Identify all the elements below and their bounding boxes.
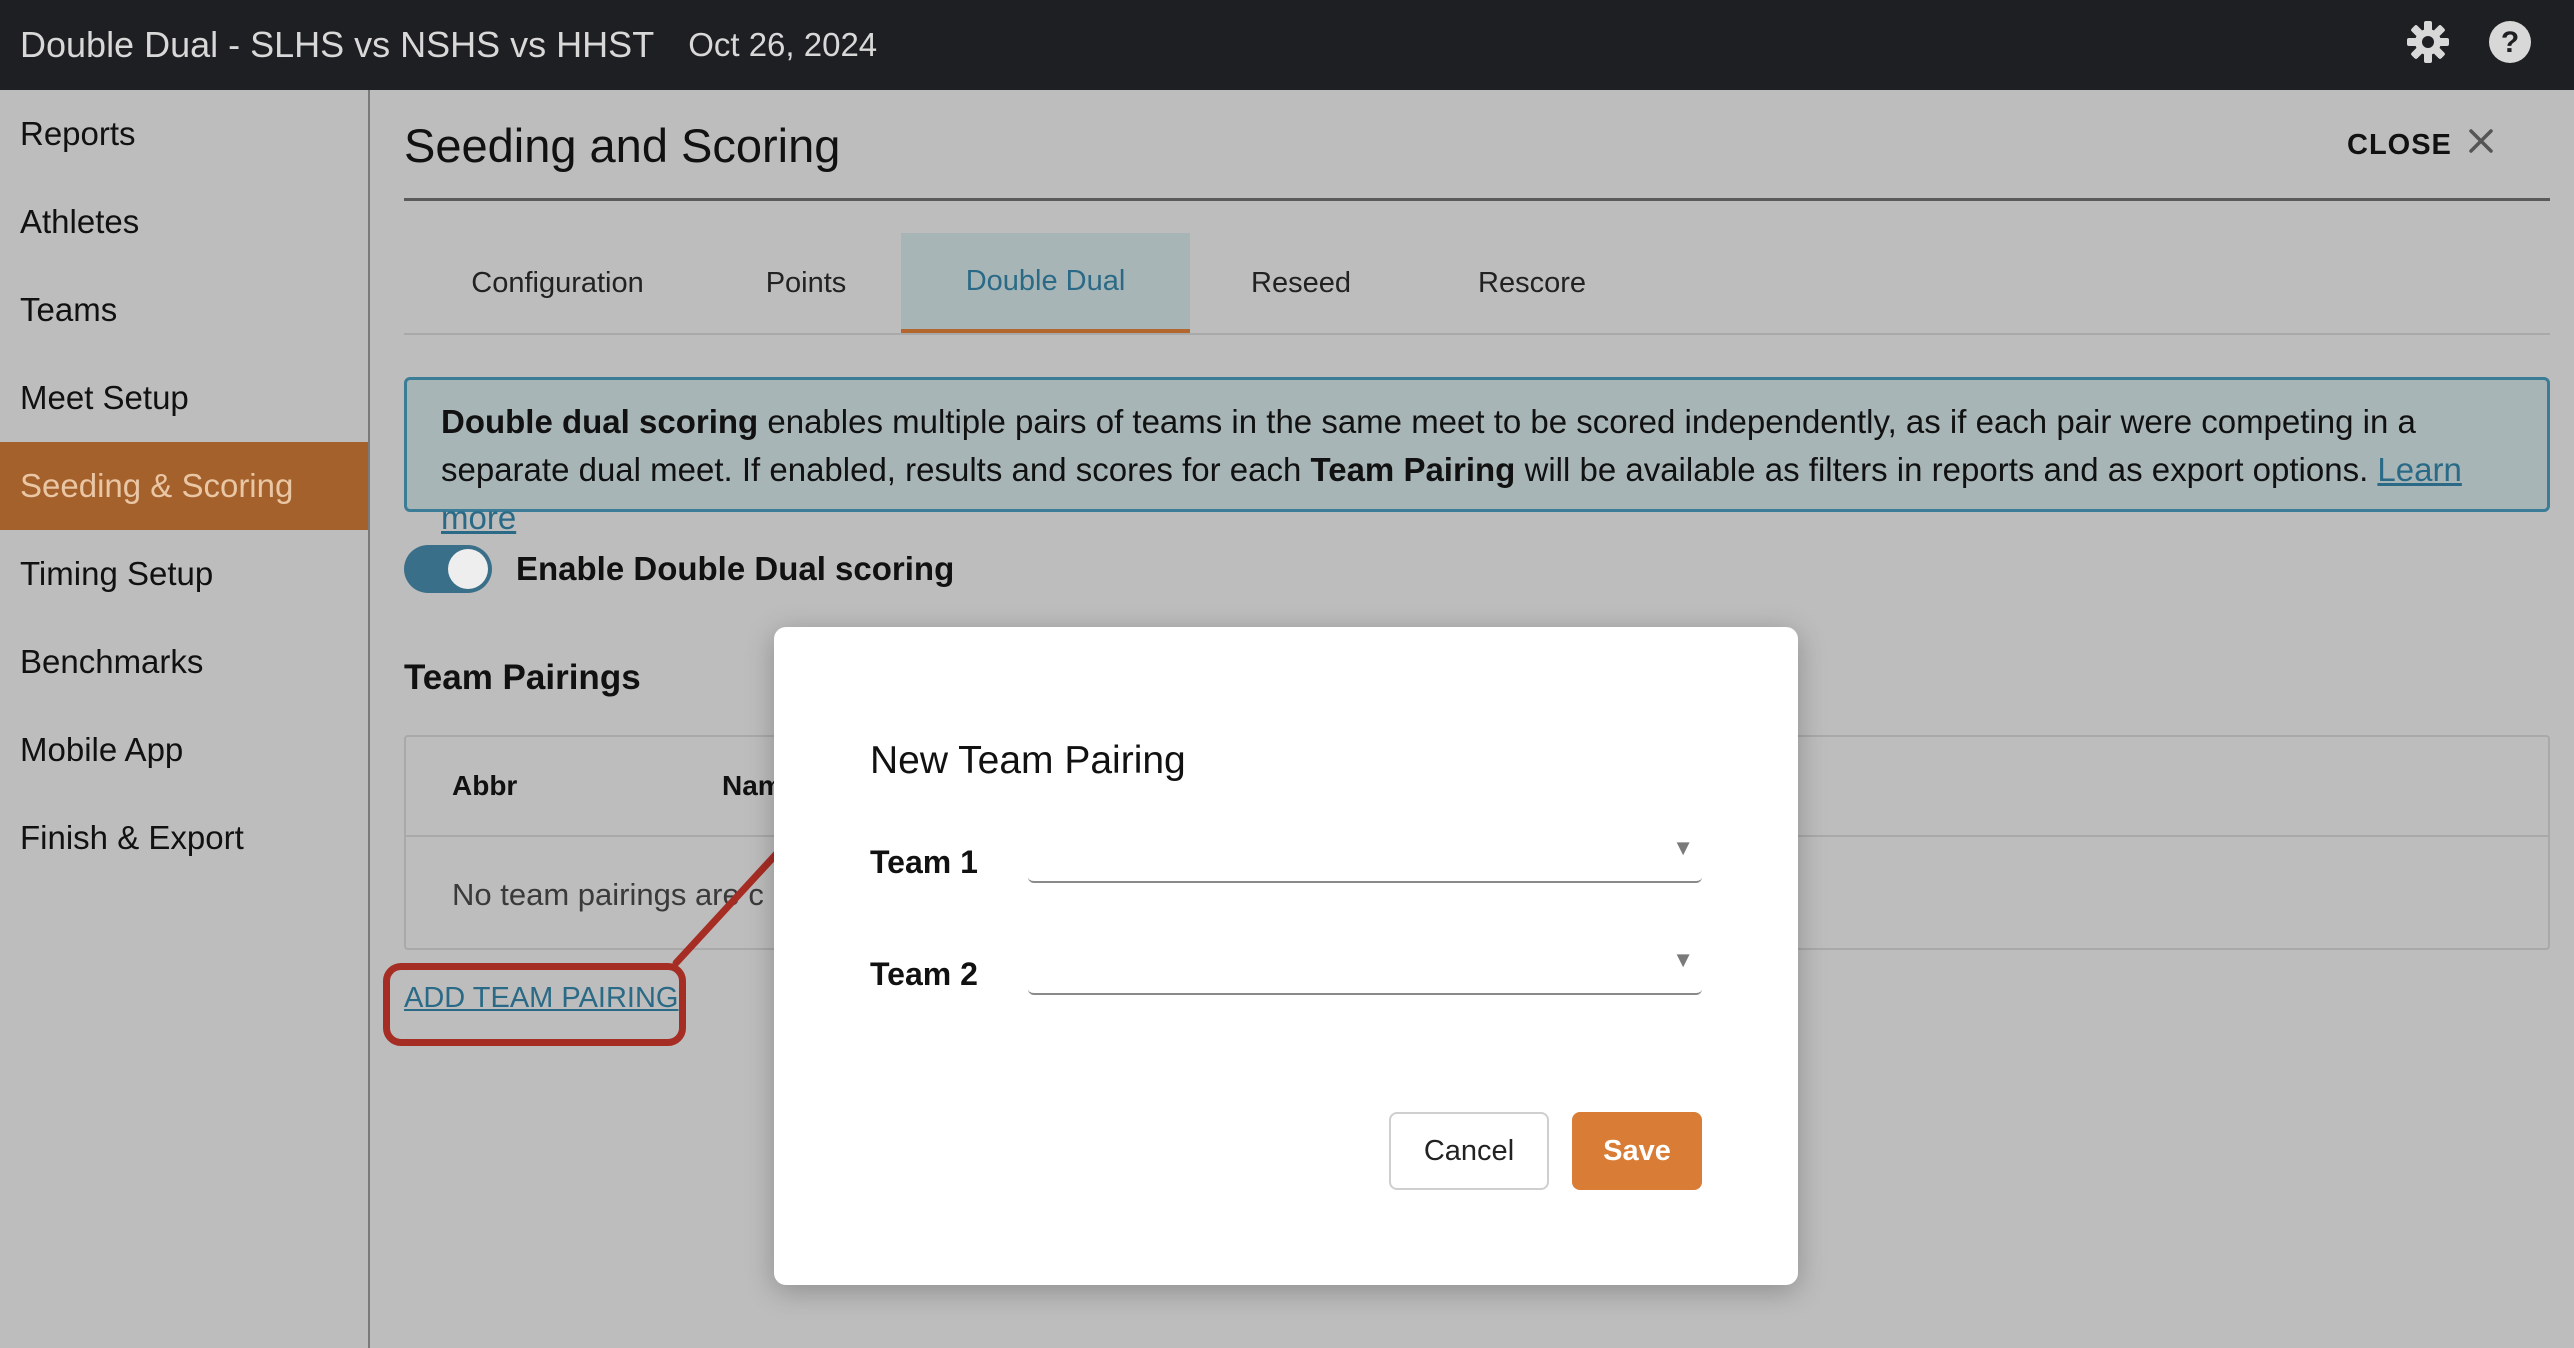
- page-title: Seeding and Scoring: [404, 119, 841, 172]
- tab-rescore[interactable]: Rescore: [1412, 233, 1652, 333]
- sidebar-nav: Reports Athletes Teams Meet Setup Seedin…: [0, 90, 370, 1348]
- double-dual-toggle[interactable]: [404, 545, 492, 593]
- sidebar-item-reports[interactable]: Reports: [0, 90, 368, 178]
- header-icons: ?: [2404, 18, 2534, 66]
- double-dual-toggle-row: Enable Double Dual scoring: [404, 545, 954, 593]
- column-header-abbr: Abbr: [452, 770, 518, 801]
- help-icon[interactable]: ?: [2486, 18, 2534, 66]
- dialog-title: New Team Pairing: [870, 739, 1186, 782]
- meet-date: Oct 26, 2024: [688, 26, 878, 63]
- tab-bar: Configuration Points Double Dual Reseed …: [404, 233, 2550, 335]
- sidebar-item-finish-export[interactable]: Finish & Export: [0, 794, 368, 882]
- tab-double-dual[interactable]: Double Dual: [901, 233, 1190, 333]
- cancel-button[interactable]: Cancel: [1389, 1112, 1549, 1190]
- toggle-knob: [448, 549, 488, 589]
- meet-title: Double Dual - SLHS vs NSHS vs HHST: [20, 24, 655, 65]
- annotation-highlight-box: [383, 963, 686, 1046]
- sidebar-item-benchmarks[interactable]: Benchmarks: [0, 618, 368, 706]
- close-button[interactable]: CLOSE: [2347, 126, 2496, 164]
- sidebar-item-timing-setup[interactable]: Timing Setup: [0, 530, 368, 618]
- tab-points[interactable]: Points: [711, 233, 901, 333]
- team2-label: Team 2: [870, 956, 978, 992]
- info-text-2: will be available as filters in reports …: [1515, 451, 2378, 488]
- team2-select[interactable]: ▼: [1028, 935, 1702, 995]
- sidebar-item-mobile-app[interactable]: Mobile App: [0, 706, 368, 794]
- close-label: CLOSE: [2347, 128, 2452, 161]
- sidebar-item-seeding-scoring[interactable]: Seeding & Scoring: [0, 442, 368, 530]
- gear-icon[interactable]: [2404, 18, 2452, 66]
- team1-label: Team 1: [870, 844, 978, 880]
- close-icon: [2466, 126, 2496, 164]
- team-pairings-heading: Team Pairings: [404, 658, 641, 697]
- save-button[interactable]: Save: [1572, 1112, 1702, 1190]
- team1-select[interactable]: ▼: [1028, 823, 1702, 883]
- sidebar-item-teams[interactable]: Teams: [0, 266, 368, 354]
- info-bold-term: Double dual scoring: [441, 403, 759, 440]
- info-banner: Double dual scoring enables multiple pai…: [404, 377, 2550, 536]
- chevron-down-icon: ▼: [1672, 835, 1694, 860]
- tab-configuration[interactable]: Configuration: [404, 233, 711, 333]
- svg-text:?: ?: [2501, 26, 2519, 59]
- toggle-label: Enable Double Dual scoring: [516, 550, 955, 587]
- top-bar: Double Dual - SLHS vs NSHS vs HHST Oct 2…: [0, 0, 2574, 90]
- sidebar-item-athletes[interactable]: Athletes: [0, 178, 368, 266]
- info-bold-team-pairing: Team Pairing: [1310, 451, 1516, 488]
- empty-table-message: No team pairings are c: [452, 877, 764, 912]
- chevron-down-icon: ▼: [1672, 947, 1694, 972]
- sidebar-item-meet-setup[interactable]: Meet Setup: [0, 354, 368, 442]
- tab-reseed[interactable]: Reseed: [1190, 233, 1412, 333]
- title-divider: [404, 198, 2550, 201]
- new-team-pairing-dialog: New Team Pairing Team 1 ▼ Team 2 ▼ Cance…: [774, 627, 1798, 1285]
